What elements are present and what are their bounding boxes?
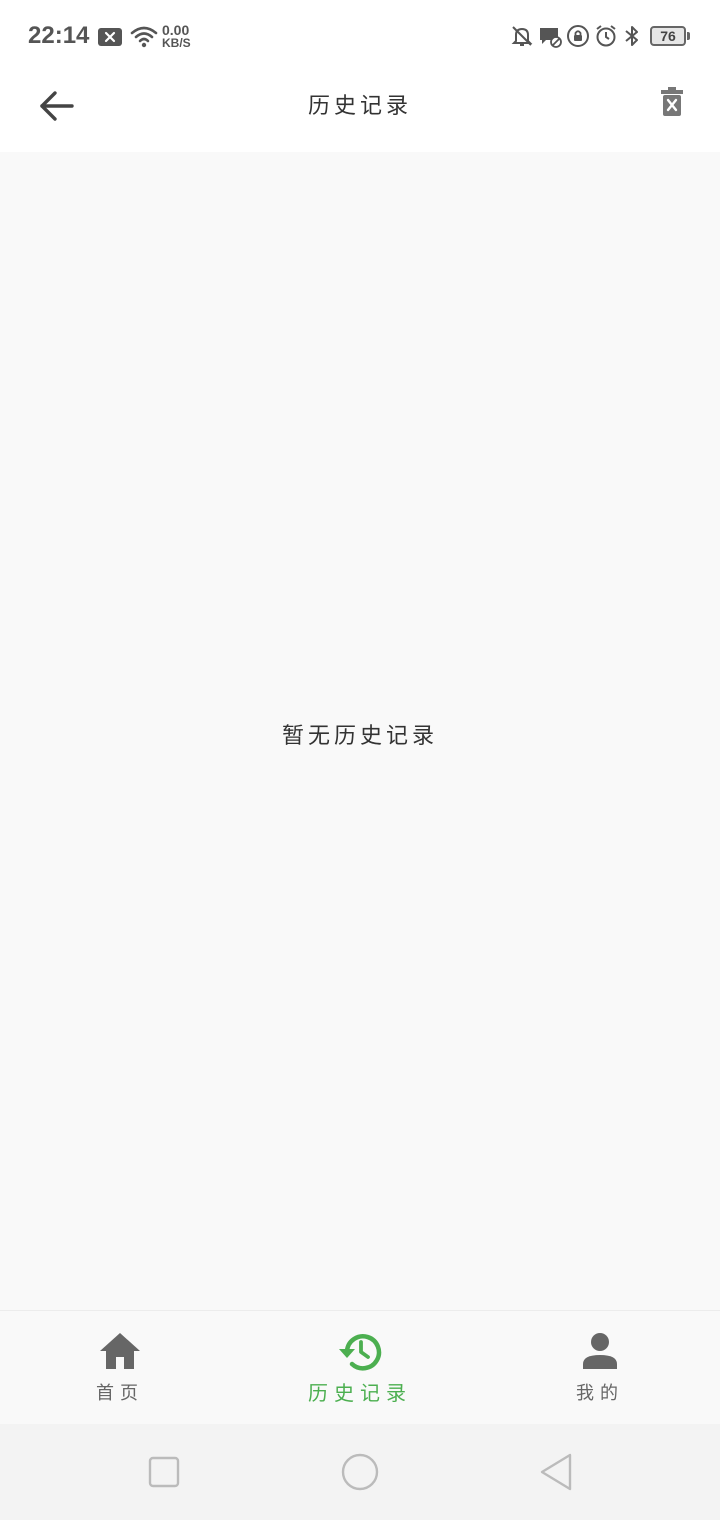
home-icon — [0, 1331, 240, 1375]
bottom-nav: 首页 历史记录 我的 — [0, 1310, 720, 1424]
net-speed-unit: KB/S — [162, 36, 191, 50]
nav-label-history: 历史记录 — [308, 1381, 412, 1405]
nav-item-history[interactable]: 历史记录 — [240, 1311, 480, 1425]
chat-off-icon — [538, 26, 562, 52]
history-list-area: 暂无历史记录 — [0, 152, 720, 1310]
mute-bell-icon — [510, 24, 534, 52]
app-header: 历史记录 — [0, 72, 720, 152]
page-title: 历史记录 — [307, 94, 412, 119]
battery-icon: 76 — [650, 26, 686, 46]
recents-square-icon[interactable] — [148, 1456, 180, 1492]
bluetooth-icon — [622, 24, 642, 52]
nav-label-home: 首页 — [96, 1383, 144, 1404]
status-bar: 22:14 0.00 KB/S 76 — [0, 0, 720, 72]
alarm-icon — [594, 24, 618, 52]
nav-label-mine: 我的 — [576, 1383, 624, 1404]
net-speed: 0.00 KB/S — [162, 23, 191, 50]
nav-item-home[interactable]: 首页 — [0, 1311, 240, 1425]
person-icon — [480, 1331, 720, 1375]
empty-state-text: 暂无历史记录 — [281, 724, 438, 749]
status-time: 22:14 — [28, 22, 90, 49]
nav-item-mine[interactable]: 我的 — [480, 1311, 720, 1425]
lock-rotation-icon — [566, 24, 590, 52]
system-nav-bar — [0, 1424, 720, 1520]
notification-x-icon — [98, 28, 122, 50]
history-icon — [240, 1331, 480, 1375]
wifi-icon — [130, 26, 158, 52]
clear-history-button[interactable] — [648, 80, 696, 128]
back-triangle-icon[interactable] — [538, 1452, 574, 1496]
home-circle-icon[interactable] — [340, 1452, 380, 1496]
battery-tip — [687, 32, 690, 40]
trash-x-icon — [661, 87, 683, 121]
